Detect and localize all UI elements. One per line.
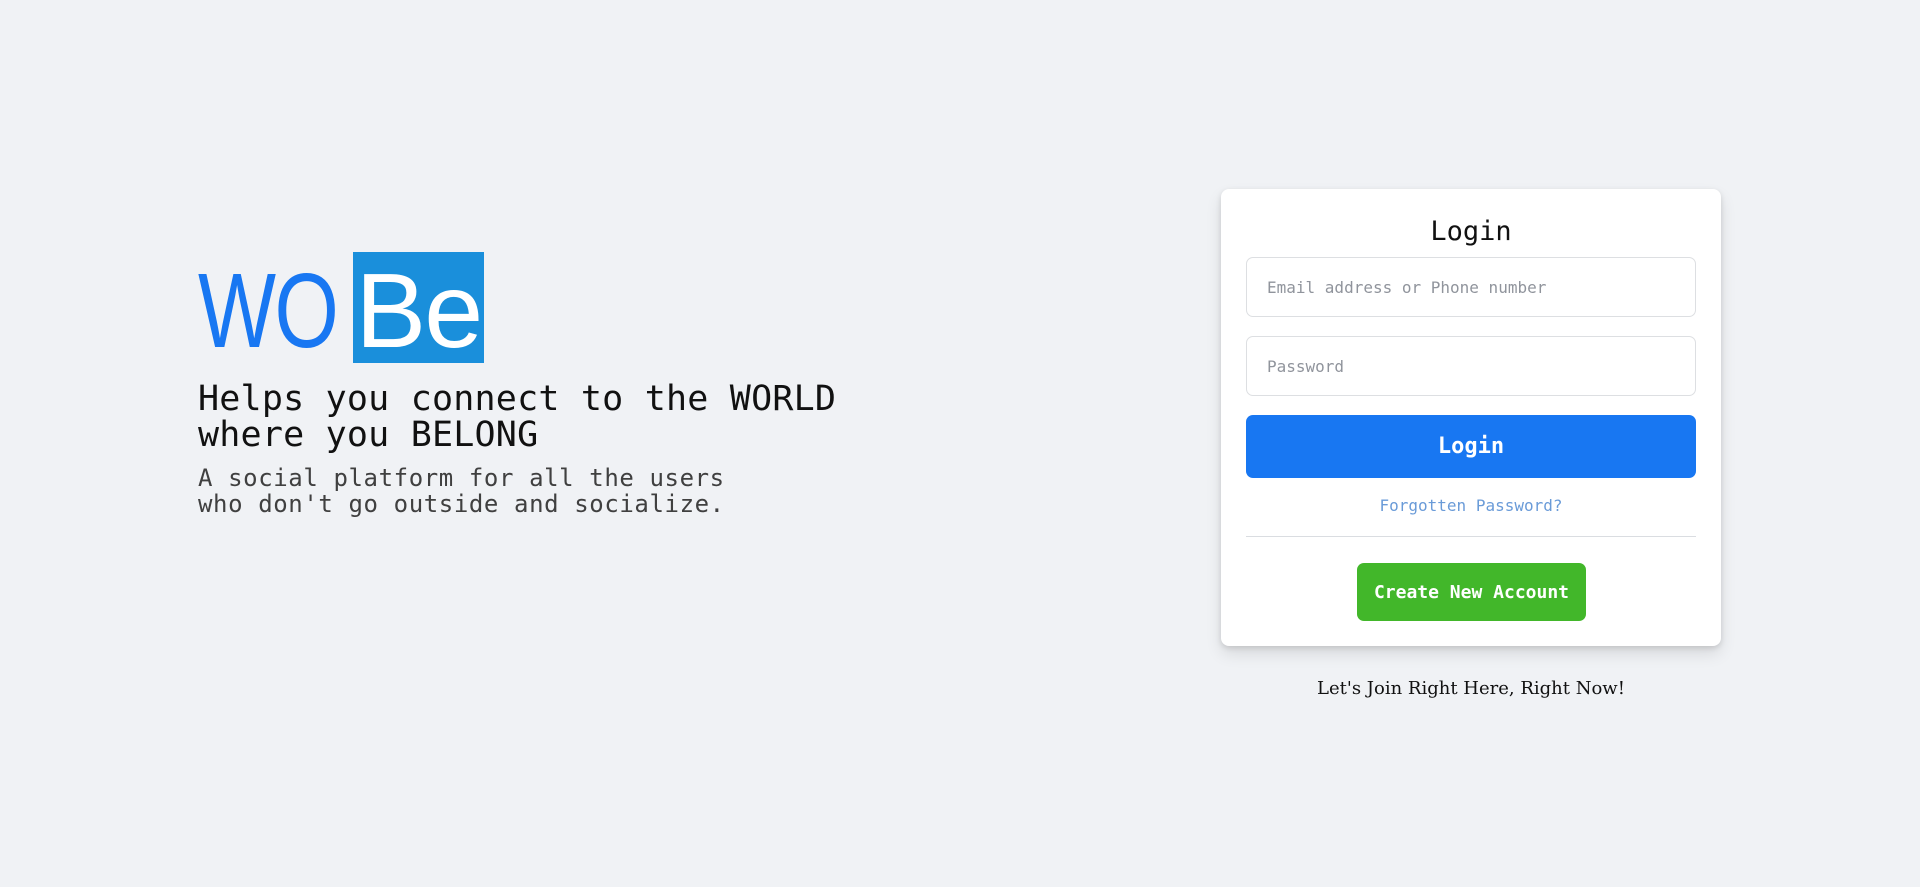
wobe-logo: WO Be bbox=[198, 252, 918, 370]
create-account-button[interactable]: Create New Account bbox=[1357, 563, 1586, 621]
subtagline-line-2: who don't go outside and socialize. bbox=[198, 490, 725, 518]
divider bbox=[1246, 536, 1696, 537]
subtagline-line-1: A social platform for all the users bbox=[198, 464, 725, 492]
join-text: Let's Join Right Here, Right Now! bbox=[1317, 678, 1625, 699]
forgot-password-link[interactable]: Forgotten Password? bbox=[1221, 496, 1721, 515]
tagline-line-1: Helps you connect to the WORLD bbox=[198, 379, 837, 419]
password-input[interactable] bbox=[1246, 336, 1696, 396]
hero-section: WO Be Helps you connect to the WORLD whe… bbox=[198, 252, 918, 517]
tagline-line-2: where you BELONG bbox=[198, 415, 539, 455]
login-button[interactable]: Login bbox=[1246, 415, 1696, 478]
logo-text-wo: WO bbox=[198, 252, 339, 370]
subtagline: A social platform for all the users who … bbox=[198, 465, 918, 517]
login-card: Login Login Forgotten Password? Create N… bbox=[1221, 189, 1721, 646]
logo-text-be: Be bbox=[352, 252, 485, 364]
email-input[interactable] bbox=[1246, 257, 1696, 317]
tagline: Helps you connect to the WORLD where you… bbox=[198, 381, 918, 453]
login-title: Login bbox=[1430, 216, 1512, 247]
